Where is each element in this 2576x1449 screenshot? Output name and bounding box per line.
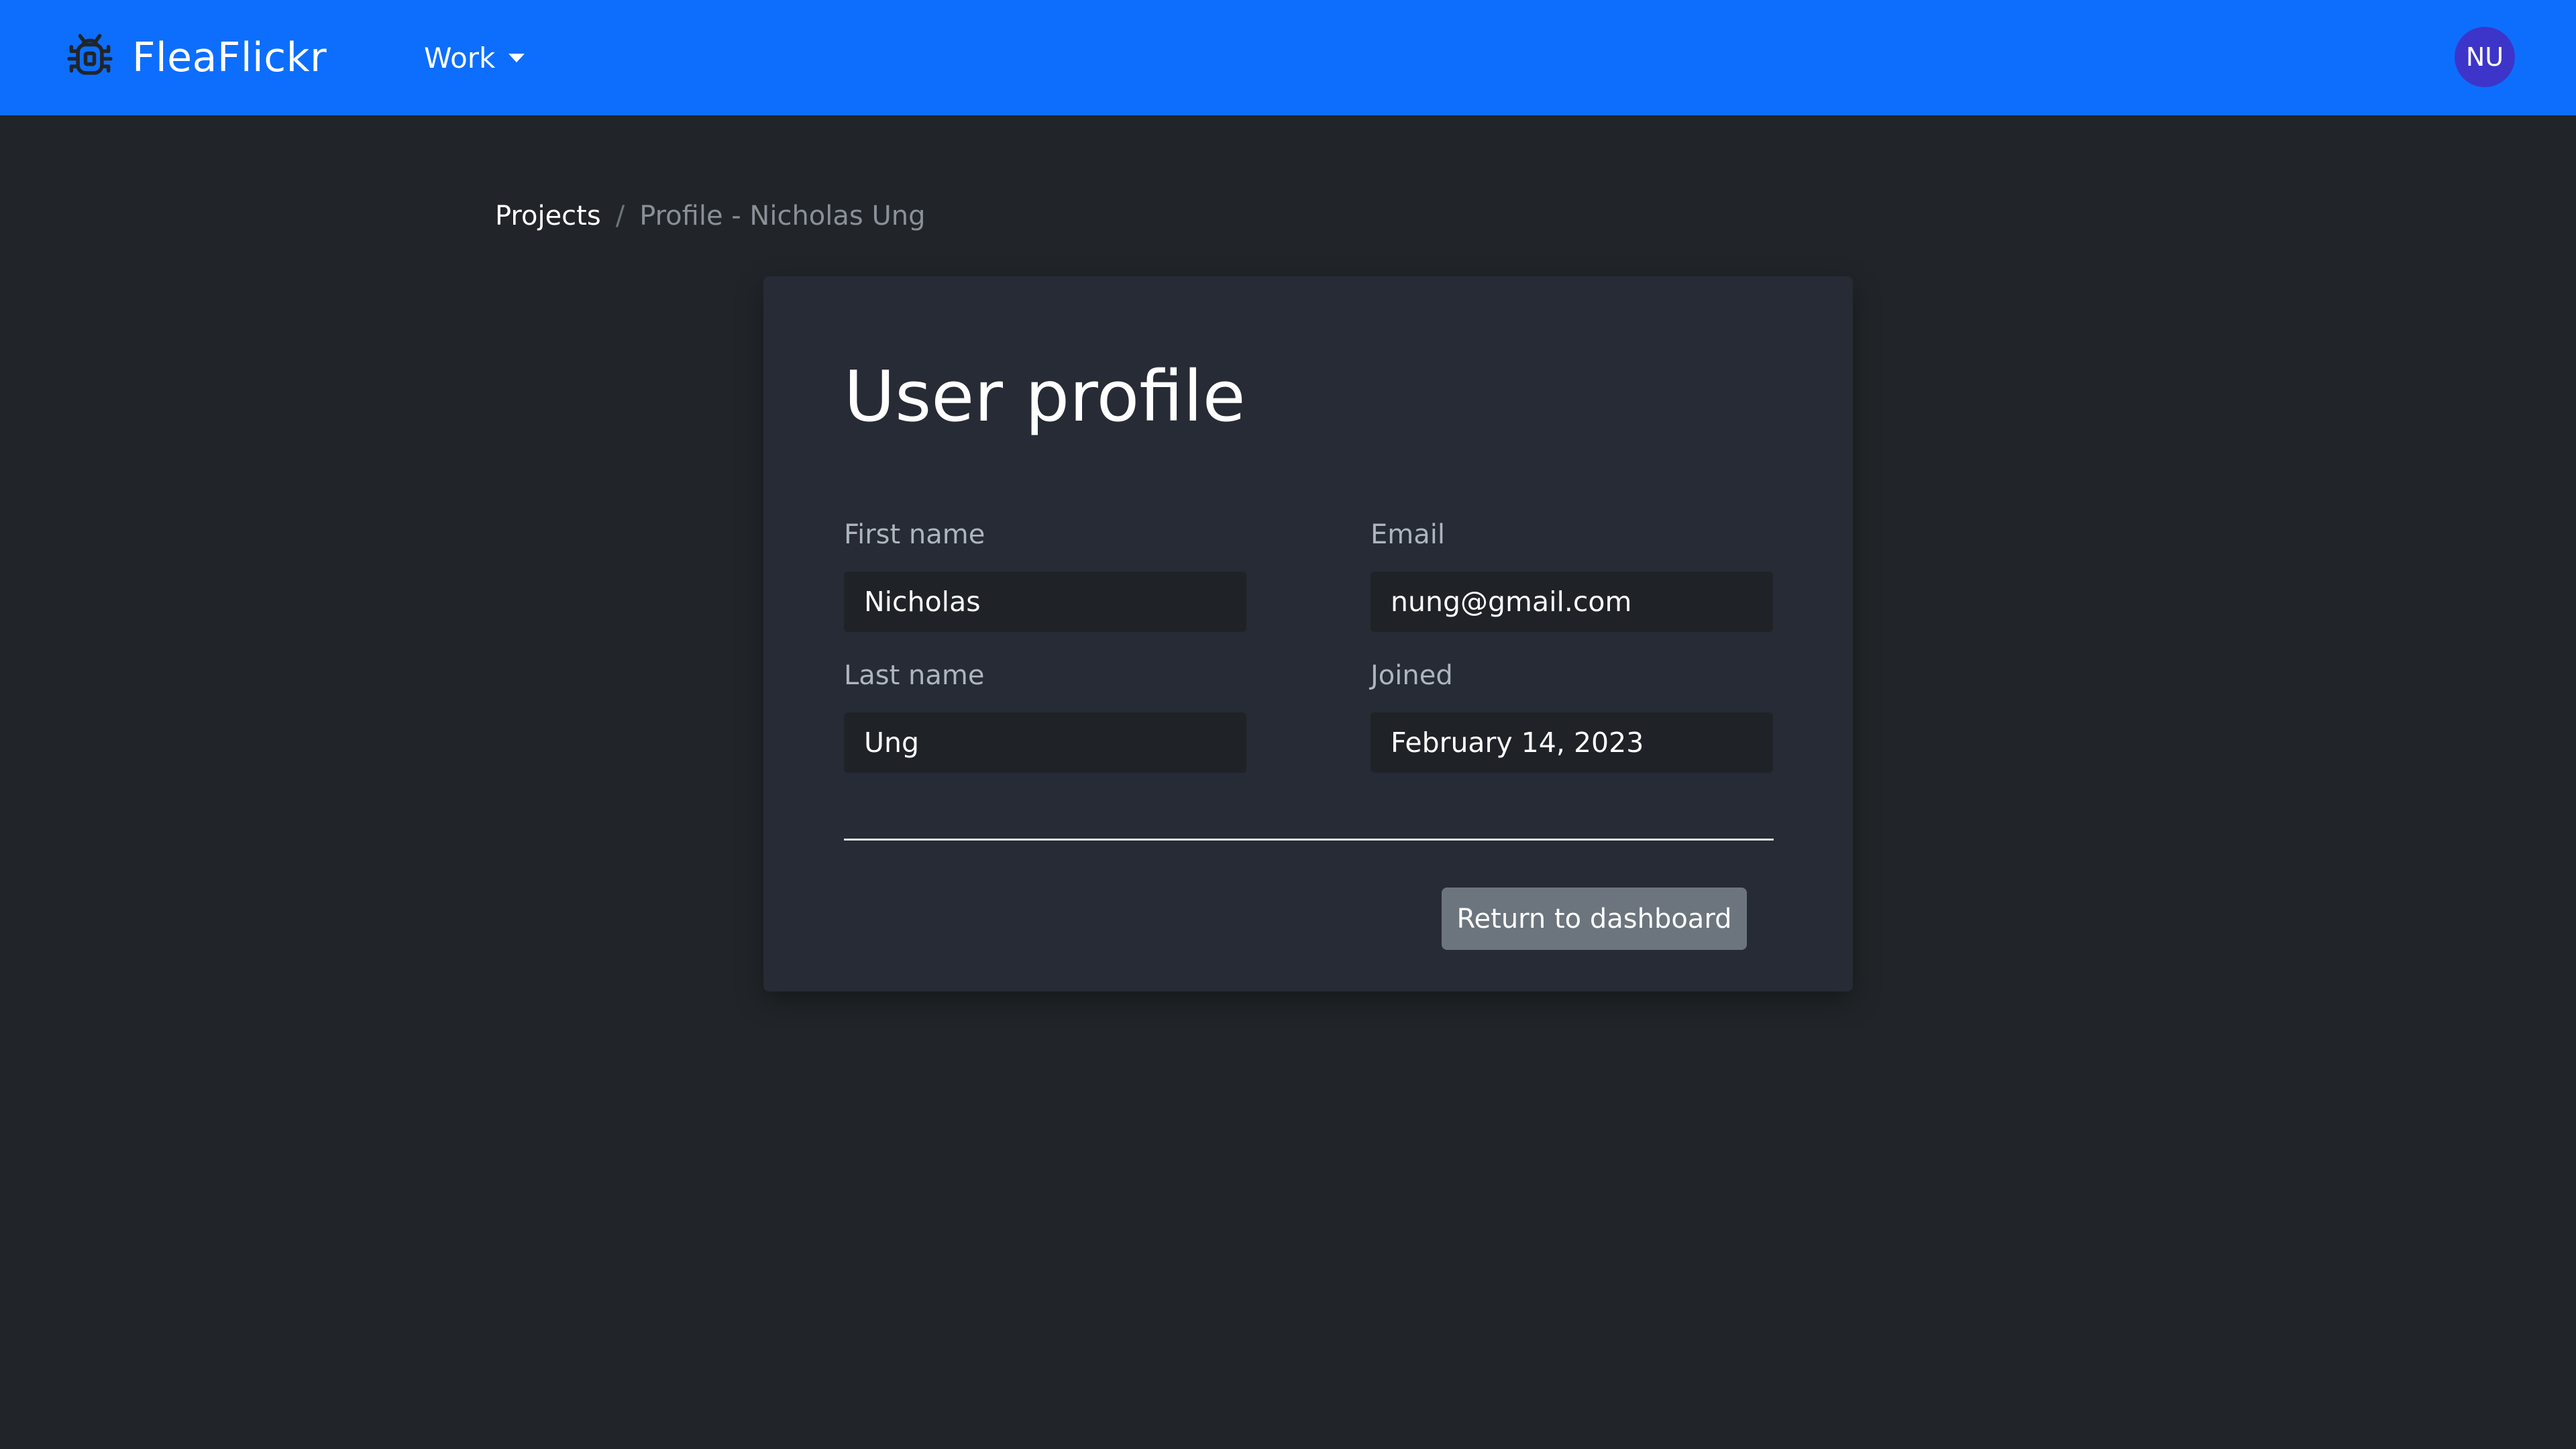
brand-name: FleaFlickr [132,34,327,81]
top-navbar: FleaFlickr Work NU [0,0,2576,115]
work-dropdown-toggle[interactable]: Work [424,34,525,82]
user-avatar[interactable]: NU [2455,27,2515,87]
email-label: Email [1371,519,1445,550]
breadcrumb-separator: / [615,201,625,231]
caret-down-icon [508,53,525,62]
last-name-field[interactable] [844,712,1246,773]
first-name-field[interactable] [844,572,1246,632]
joined-field[interactable] [1371,712,1773,773]
breadcrumb: Projects / Profile - Nicholas Ung [495,196,925,236]
card-divider [844,839,1774,841]
bug-icon [67,34,113,75]
breadcrumb-projects-link[interactable]: Projects [495,201,601,231]
email-field[interactable] [1371,572,1773,632]
profile-card: User profile First name Email Last name … [763,276,1853,991]
joined-label: Joined [1371,660,1453,691]
work-dropdown-label: Work [424,41,496,74]
first-name-label: First name [844,519,985,550]
last-name-label: Last name [844,660,985,691]
return-to-dashboard-button[interactable]: Return to dashboard [1442,888,1747,950]
brand-link[interactable]: FleaFlickr [64,30,327,86]
page-title: User profile [844,356,1246,437]
breadcrumb-current: Profile - Nicholas Ung [639,201,926,231]
